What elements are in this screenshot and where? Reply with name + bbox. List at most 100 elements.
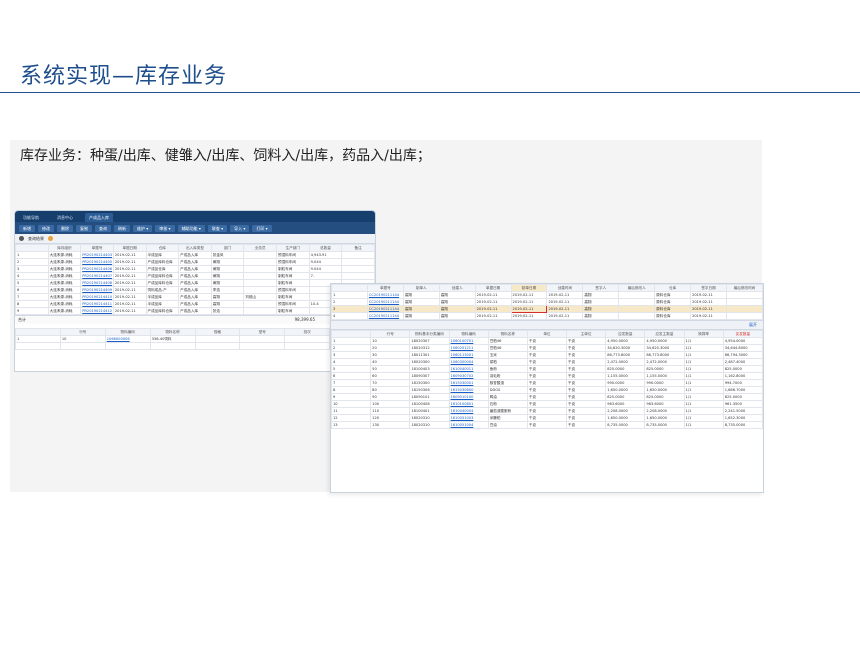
table-cell[interactable]: PR20190214407 (80, 272, 114, 280)
table-cell[interactable]: PR20190214409 (80, 286, 114, 294)
table-cell[interactable]: 1060300004 (448, 358, 489, 366)
table-cell[interactable]: PR20190214410 (80, 293, 114, 301)
toolbar-button[interactable]: 新增 (19, 224, 35, 232)
table-row[interactable]: 7 大连禾源-消耗 PR20190214410 2019-02-11 半成品库 产成品入库… (15, 293, 375, 301)
column-header[interactable] (331, 330, 372, 338)
table-cell[interactable]: 1609010100 (448, 393, 489, 401)
toolbar-button[interactable]: 删除 (57, 224, 73, 232)
table-cell[interactable]: 1060100701 (448, 337, 489, 345)
toolbar-button[interactable]: 复制 (76, 224, 92, 232)
column-header[interactable]: 应发数量 (605, 330, 646, 338)
table-row[interactable] (15, 342, 375, 350)
table-cell[interactable]: 1610040011 (448, 365, 489, 373)
table-cell[interactable]: 1615030001 (448, 379, 489, 387)
toolbar-button[interactable]: 审核 ▾ (155, 224, 175, 232)
tab-messages[interactable]: 消息中心 (53, 213, 77, 222)
column-header[interactable]: 物料名称 (149, 328, 196, 336)
table-row[interactable]: 1101066000006336-40饲料千克 (15, 335, 375, 343)
table-cell[interactable]: PR20190214408 (80, 279, 114, 287)
table-row[interactable]: 4 大连禾源-消耗 PR20190214407 2019-02-11 产成品库料仓库 产成… (15, 272, 375, 280)
column-header[interactable]: 物料编码 (104, 328, 151, 336)
table-cell[interactable]: PR20190214412 (80, 307, 114, 315)
column-header[interactable]: 最后修改时间 (725, 284, 763, 292)
column-header[interactable]: 创建时间 (546, 284, 584, 292)
table-cell[interactable]: CC20190211144 (366, 312, 404, 320)
column-header[interactable]: 仓库 (654, 284, 692, 292)
table-cell[interactable]: 1610051004 (448, 421, 489, 429)
toolbar-button[interactable]: 查询 (95, 224, 111, 232)
column-header[interactable]: 部门 (210, 244, 245, 252)
column-header[interactable] (331, 284, 368, 292)
column-header[interactable] (15, 328, 61, 336)
table-row[interactable]: 3 大连禾源-消耗 PR20190214406 2019-02-11 产成品仓库 产成品入… (15, 265, 375, 273)
column-header[interactable]: 制单人 (402, 284, 440, 292)
table-row[interactable]: 13 130 18020310 1610051004 豆油 千克 千克 8,735.0000 8… (331, 421, 763, 429)
table-row[interactable]: 1 大连禾源-消耗 PR20190214403 2019-02-11 半成品库 产成品入库… (15, 251, 375, 259)
column-header[interactable]: 物料编码 (448, 330, 489, 338)
collapse-icon[interactable] (19, 236, 24, 241)
table-row[interactable]: 5 50 18100403 1610040011 鱼粉 千克 千克 825.0000 825.0… (331, 365, 763, 373)
column-header[interactable]: 总数量 (308, 244, 343, 252)
tab-product-in[interactable]: 产成品入库 (85, 213, 113, 222)
table-cell[interactable]: 1610100801 (448, 400, 489, 408)
table-row[interactable]: 11 110 18100401 1610040004 番茄渣膨胀粉 千克 千克 2,208.0… (331, 407, 763, 415)
column-header[interactable]: 生产部门 (276, 244, 310, 252)
table-row[interactable]: 12 120 18020310 1610051003 米糠粕 千克 千克 1,650.0000… (331, 414, 763, 422)
table-cell[interactable]: 1609030702 (448, 372, 489, 380)
column-header[interactable]: 实发数量 (722, 330, 763, 338)
column-header[interactable] (15, 244, 49, 252)
column-header[interactable]: 仓库 (145, 244, 180, 252)
table-row[interactable]: 2 CC20190211144 高翔 高翔 2019-02-11 2019-02-11 20… (331, 298, 763, 306)
column-header[interactable]: 单位 (526, 330, 568, 338)
table-cell[interactable]: 1610040004 (448, 407, 489, 415)
toolbar-button[interactable]: 修改 (38, 224, 54, 232)
column-header[interactable]: 单据号 (80, 244, 114, 252)
table-cell[interactable] (104, 342, 151, 350)
table-cell[interactable]: 1060201211 (448, 344, 489, 352)
column-header[interactable]: 签字日期 (690, 284, 727, 292)
table-cell[interactable]: PR20190214411 (80, 300, 114, 308)
column-header[interactable]: 应发主数量 (644, 330, 685, 338)
table-row[interactable]: 4 40 18020300 1060300004 菜粕 千克 千克 2,472.0000 2,4… (331, 358, 763, 366)
column-header[interactable]: 单据日期 (112, 244, 147, 252)
column-header[interactable]: 物料名称 (487, 330, 528, 338)
table-cell[interactable]: CC20190211144 (366, 291, 404, 299)
table-cell[interactable]: PR20190214405 (80, 258, 114, 266)
table-row[interactable]: 4 CC20190211144 高翔 高翔 2019-02-11 2019-02-11 20… (331, 312, 763, 320)
column-header[interactable]: 单据号 (366, 284, 404, 292)
table-row[interactable]: 3 CC20190211144 高翔 高翔 2019-02-11 2019-02-11 20… (331, 305, 763, 313)
column-header[interactable]: 出入库类型 (178, 244, 212, 252)
table-cell[interactable]: 1610051003 (448, 414, 489, 422)
column-header[interactable]: 签字人 (582, 284, 620, 292)
column-header[interactable]: 创建人 (438, 284, 476, 292)
table-cell[interactable]: PR20190214406 (80, 265, 114, 273)
table-row[interactable]: 5 大连禾源-消耗 PR20190214408 2019-02-11 产成品库料仓库 产成… (15, 279, 375, 287)
table-cell[interactable]: CC20190211144 (366, 305, 404, 313)
expand-link[interactable]: 展开 (749, 322, 757, 327)
table-row[interactable]: 6 大连禾源-消耗 PR20190214409 2019-02-11 饲料成品-产 产成品… (15, 286, 375, 294)
column-header[interactable]: 批次 (284, 328, 331, 336)
table-cell[interactable]: 1615030600 (448, 386, 489, 394)
toolbar-button[interactable]: 刷新 (114, 224, 130, 232)
column-header[interactable]: 制单日期 (510, 284, 548, 292)
table-row[interactable]: 7 70 18150300 1615030001 核苷酸渣 千克 千克 990.0000 990… (331, 379, 763, 387)
table-row[interactable]: 8 80 18150306 1615030600 DDGS 千克 千克 1,650.0000 1… (331, 386, 763, 394)
toolbar-button[interactable]: 导入 ▾ (230, 224, 250, 232)
table-row[interactable]: 10 100 18100408 1610100801 石粉 千克 千克 963.6000 963… (331, 400, 763, 408)
table-cell[interactable]: PR20190214403 (80, 251, 114, 259)
column-header[interactable]: 单据日期 (474, 284, 512, 292)
table-row[interactable]: 2 20 18020312 1060201211 豆粕46 千克 千克 34,620.3000… (331, 344, 763, 352)
column-header[interactable]: 行号 (59, 328, 106, 336)
toolbar-button[interactable]: 辅助功能 ▾ (177, 224, 205, 232)
tab-nav[interactable]: 功能导航 (19, 213, 43, 222)
table-cell[interactable]: 1060113001 (448, 351, 489, 359)
column-header[interactable]: 换算率 (683, 330, 724, 338)
table-row[interactable]: 8 大连禾源-消耗 PR20190214411 2019-02-11 半成品库 产成品入库… (15, 300, 375, 308)
toolbar-button[interactable]: 联查 ▾ (207, 224, 228, 232)
column-header[interactable]: 主单位 (566, 330, 607, 338)
column-header[interactable]: 最后修改人 (618, 284, 656, 292)
toolbar-button[interactable]: 打印 ▾ (252, 224, 272, 232)
toolbar-button[interactable]: 维护 ▾ (133, 224, 153, 232)
column-header[interactable]: 行号 (370, 330, 411, 338)
table-row[interactable]: 1 CC20190211144 高翔 高翔 2019-02-11 2019-02-11 20… (331, 291, 763, 299)
